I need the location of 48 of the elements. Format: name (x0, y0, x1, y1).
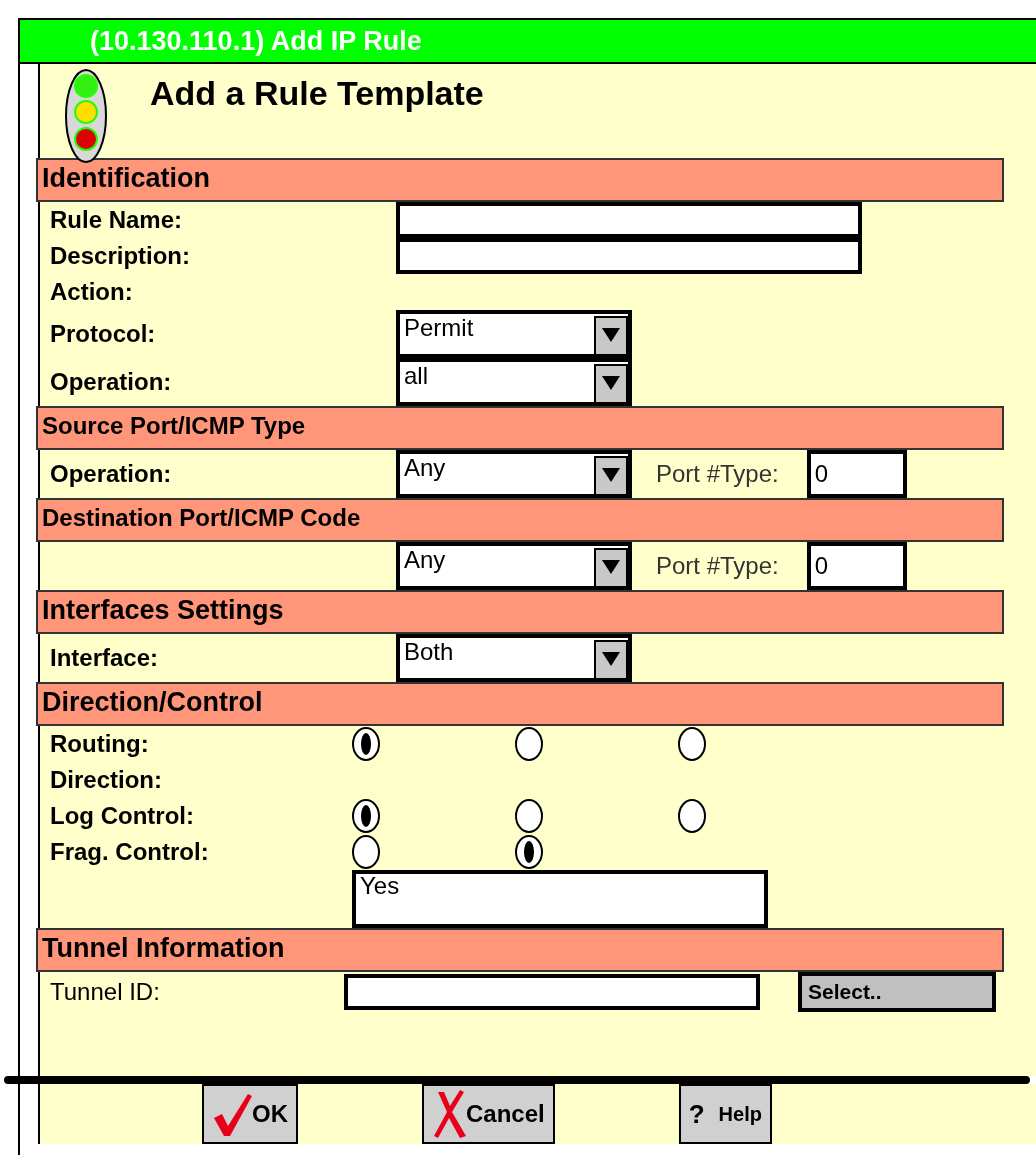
cancel-button[interactable]: Cancel (422, 1084, 555, 1144)
select-button[interactable]: Select.. (798, 972, 996, 1012)
dropdown[interactable]: Both (396, 634, 632, 682)
radio-button[interactable] (352, 835, 380, 869)
section-header: Tunnel Information (36, 928, 1004, 972)
section-header: Interfaces Settings (36, 590, 1004, 634)
field-label: Frag. Control: (50, 838, 209, 865)
cross-icon (432, 1090, 466, 1138)
field-label: Routing: (50, 730, 149, 757)
dialog-heading: Add a Rule Template (150, 74, 484, 113)
field-label: Port #Type: (656, 460, 779, 488)
dropdown[interactable]: Any (396, 450, 632, 498)
dropdown[interactable]: Any (396, 542, 632, 590)
radio-button[interactable] (678, 727, 706, 761)
text-field[interactable] (396, 238, 862, 274)
window-title: (10.130.110.1) Add IP Rule (20, 18, 1036, 64)
field-label: Description: (50, 242, 190, 269)
text-field[interactable] (344, 974, 760, 1010)
field-label: Interface: (50, 644, 159, 671)
section-header: Source Port/ICMP Type (36, 406, 1004, 450)
text-field[interactable]: Yes (352, 870, 768, 928)
section-header: Direction/Control (36, 682, 1004, 726)
section-header: Identification (36, 158, 1004, 202)
radio-button[interactable] (352, 799, 380, 833)
help-button[interactable]: ? Help (678, 1084, 772, 1144)
field-label: Operation: (50, 368, 172, 395)
ok-button[interactable]: OK (202, 1084, 298, 1144)
section-header: Destination Port/ICMP Code (36, 498, 1004, 542)
radio-button[interactable] (515, 799, 543, 833)
radio-button[interactable] (352, 727, 380, 761)
field-label: Action: (50, 278, 133, 305)
field-label: Direction: (50, 766, 162, 793)
checkmark-icon (212, 1092, 252, 1136)
field-label: Port #Type: (656, 552, 779, 580)
field-label: Operation: (50, 460, 172, 487)
field-label: Rule Name: (50, 206, 183, 233)
traffic-light-icon (64, 68, 108, 164)
text-field[interactable] (396, 202, 862, 238)
field-label: Log Control: (50, 802, 194, 829)
radio-button[interactable] (678, 799, 706, 833)
dropdown[interactable]: Permit (396, 310, 632, 358)
field-label: Protocol: (50, 320, 156, 347)
field-label: Tunnel ID: (50, 978, 160, 1005)
text-field[interactable]: 0 (806, 542, 907, 590)
radio-button[interactable] (515, 727, 543, 761)
text-field[interactable]: 0 (806, 450, 907, 498)
dropdown[interactable]: all (396, 358, 632, 406)
radio-button[interactable] (515, 835, 543, 869)
